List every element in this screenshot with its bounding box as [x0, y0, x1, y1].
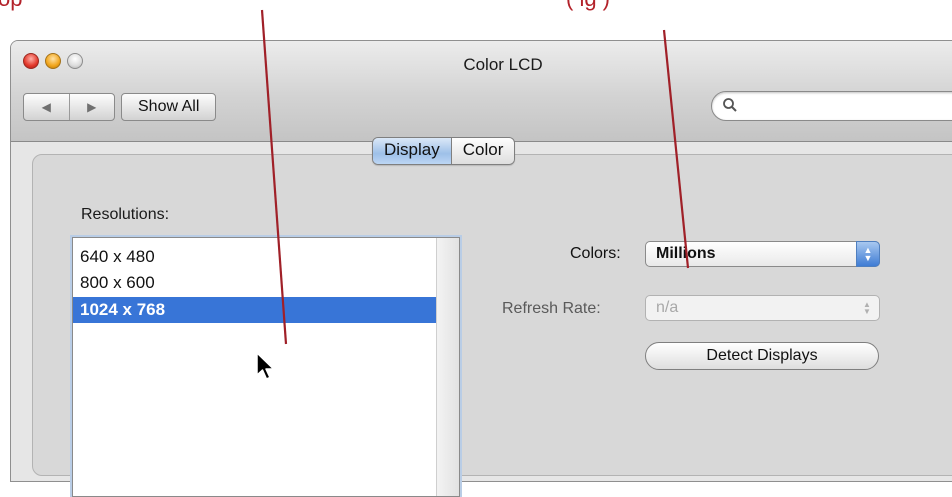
forward-arrow-icon: ▶	[87, 100, 97, 114]
mouse-pointer-icon	[256, 352, 275, 380]
back-button[interactable]: ◀	[24, 94, 70, 120]
list-item[interactable]: 640 x 480	[73, 244, 439, 270]
list-scrollbar[interactable]	[436, 238, 459, 496]
annotation-text-left: op	[0, 0, 22, 12]
colors-label: Colors:	[570, 245, 621, 262]
search-field[interactable]	[711, 91, 952, 121]
tab-display[interactable]: Display	[373, 138, 452, 164]
annotation-text-right: ( ig )	[566, 0, 610, 12]
refresh-rate-popup: n/a ▲ ▼	[645, 295, 880, 321]
window-title: Color LCD	[463, 55, 543, 74]
back-forward-control: ◀ ▶	[23, 93, 115, 121]
show-all-button[interactable]: Show All	[121, 93, 217, 121]
list-item[interactable]: 800 x 600	[73, 270, 439, 296]
tab-color[interactable]: Color	[451, 138, 515, 164]
tab-bar: Display Color	[372, 137, 516, 165]
resolutions-label: Resolutions:	[81, 206, 170, 223]
colors-value: Millions	[656, 245, 716, 262]
back-arrow-icon: ◀	[41, 100, 51, 114]
refresh-rate-value: n/a	[656, 299, 679, 316]
forward-button[interactable]: ▶	[70, 94, 115, 120]
detect-displays-button[interactable]: Detect Displays	[645, 342, 879, 370]
colors-popup[interactable]: Millions ▲ ▼	[645, 241, 880, 267]
popup-arrows-icon: ▲ ▼	[856, 241, 880, 267]
title-bar: Color LCD ◀ ▶ Show All	[11, 41, 952, 142]
search-icon	[723, 98, 737, 112]
popup-arrows-icon: ▲ ▼	[863, 300, 871, 316]
list-item-selected[interactable]: 1024 x 768	[73, 297, 439, 323]
refresh-rate-label: Refresh Rate:	[502, 300, 601, 317]
